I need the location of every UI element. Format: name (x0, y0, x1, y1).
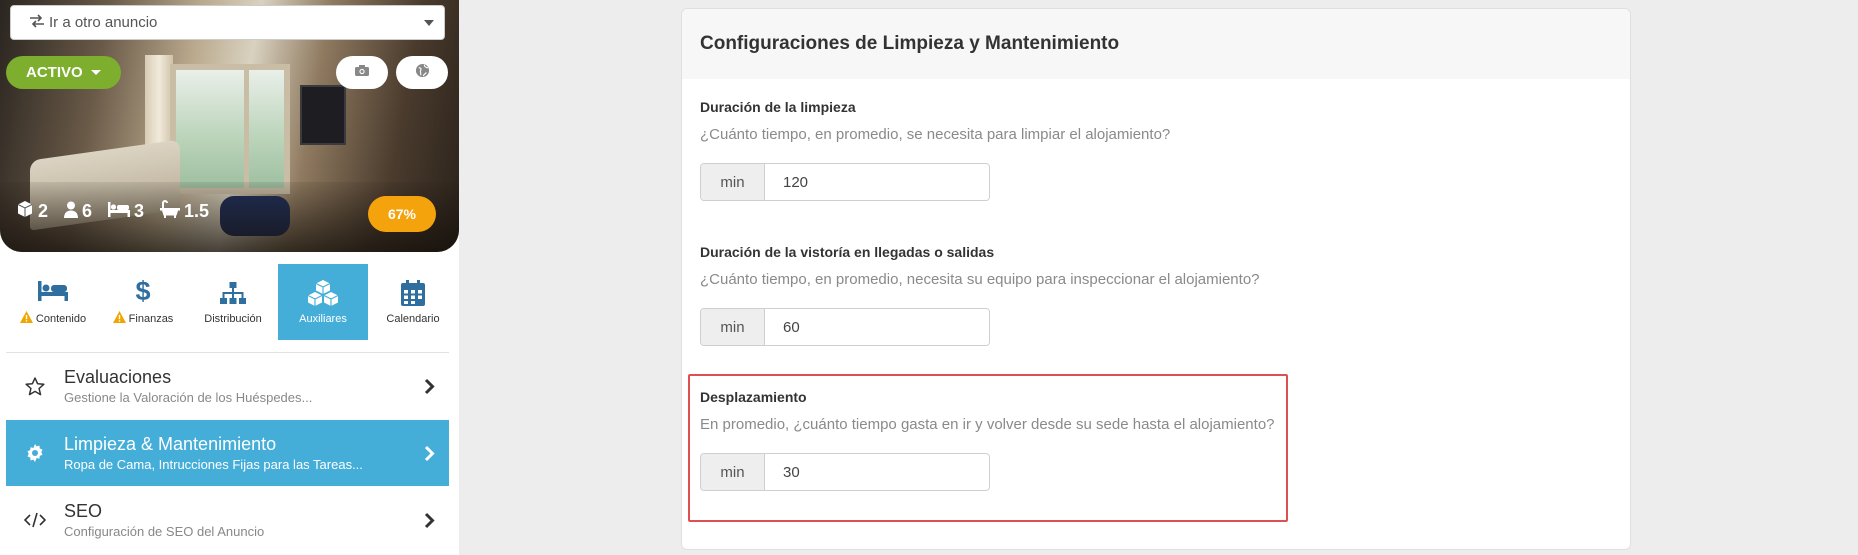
highlight-box (688, 374, 1288, 522)
menu-item-title: Evaluaciones (64, 367, 172, 387)
field-help: ¿Cuánto tiempo, en promedio, se necesita… (700, 126, 1171, 143)
inspection-duration-input[interactable]: 60 (765, 309, 989, 345)
svg-text:$: $ (135, 277, 150, 305)
chevron-right-icon (409, 378, 449, 395)
tab-label: Finanzas (128, 312, 174, 325)
sitemap-icon (220, 280, 246, 306)
menu-item-subtitle: Ropa de Cama, Intrucciones Fijas para la… (64, 457, 363, 472)
tab-label: Calendario (386, 312, 440, 325)
bath-icon (160, 200, 181, 223)
photos-button[interactable] (336, 56, 388, 89)
tab-calendario[interactable]: Calendario (368, 264, 458, 340)
menu-item-title: SEO (64, 501, 103, 521)
listing-switcher-dropdown[interactable]: Ir a otro anuncio (10, 5, 445, 40)
unit-addon: min (701, 164, 765, 200)
cleaning-duration-input[interactable]: 120 (765, 164, 989, 200)
stat-guests: 6 (64, 200, 92, 223)
cleaning-duration-input-group: min 120 (700, 163, 990, 201)
field-inspection-duration: Duración de la vistoría en llegadas o sa… (700, 244, 1260, 346)
camera-icon (354, 64, 370, 82)
globe-icon (415, 63, 430, 83)
menu-item-subtitle: Gestione la Valoración de los Huéspedes.… (64, 390, 313, 405)
star-icon (6, 376, 64, 396)
stat-value: 6 (82, 201, 93, 221)
listing-section-tabs: Contenido $ Finanzas Distribución Auxili… (0, 264, 459, 340)
listing-stats: 2 6 3 1.5 (16, 200, 209, 223)
stat-bedrooms: 3 (108, 200, 144, 223)
map-button[interactable] (396, 56, 448, 89)
cubes-icon (307, 279, 339, 306)
stat-value: 2 (38, 201, 49, 221)
menu-item-seo[interactable]: SEO Configuración de SEO del Anuncio (6, 487, 449, 553)
status-dropdown-button[interactable]: ACTIVO (6, 56, 121, 89)
inspection-duration-input-group: min 60 (700, 308, 990, 346)
warning-icon (19, 311, 33, 326)
code-icon (6, 512, 64, 528)
tab-label: Contenido (35, 312, 87, 325)
sidebar: Ir a otro anuncio ACTIVO 2 6 3 1.5 67% C… (0, 0, 459, 555)
menu-item-limpieza-mantenimiento[interactable]: Limpieza & Mantenimiento Ropa de Cama, I… (6, 420, 449, 486)
listing-switcher-label: Ir a otro anuncio (49, 14, 158, 31)
tab-contenido[interactable]: Contenido (8, 264, 98, 340)
tab-auxiliares[interactable]: Auxiliares (278, 264, 368, 340)
field-label: Duración de la vistoría en llegadas o sa… (700, 244, 995, 260)
stat-value: 1.5 (184, 201, 210, 221)
tab-distribucion[interactable]: Distribución (188, 264, 278, 340)
bed-icon (108, 201, 131, 222)
stat-value: 3 (134, 201, 145, 221)
tab-label: Auxiliares (299, 312, 347, 325)
gear-icon (6, 444, 64, 462)
cube-icon (16, 200, 34, 223)
status-label: ACTIVO (26, 64, 83, 81)
bed-icon (38, 278, 68, 304)
field-cleaning-duration: Duración de la limpieza ¿Cuánto tiempo, … (700, 99, 1170, 201)
menu-item-evaluaciones[interactable]: Evaluaciones Gestione la Valoración de l… (6, 353, 449, 419)
chevron-down-icon (424, 19, 434, 26)
tab-label: Distribución (204, 312, 262, 325)
dollar-icon: $ (135, 277, 151, 305)
field-label: Duración de la limpieza (700, 99, 856, 115)
exchange-icon (29, 13, 45, 32)
tab-finanzas[interactable]: $ Finanzas (98, 264, 188, 340)
chevron-right-icon (409, 445, 449, 462)
menu-item-title: Limpieza & Mantenimiento (64, 434, 277, 454)
menu-item-subtitle: Configuración de SEO del Anuncio (64, 524, 265, 539)
calendar-icon (401, 279, 425, 306)
stat-bathrooms: 1.5 (160, 200, 209, 223)
caret-down-icon (90, 70, 101, 75)
panel-title: Configuraciones de Limpieza y Mantenimie… (682, 9, 1630, 79)
user-icon (64, 201, 79, 223)
chevron-right-icon (409, 512, 449, 529)
warning-icon (112, 311, 126, 326)
unit-addon: min (701, 309, 765, 345)
field-help: ¿Cuánto tiempo, en promedio, necesita su… (700, 271, 1260, 288)
completion-badge: 67% (368, 196, 436, 232)
stat-units: 2 (16, 200, 48, 223)
